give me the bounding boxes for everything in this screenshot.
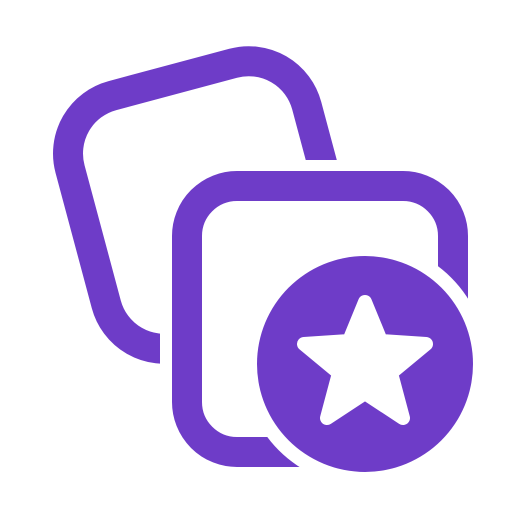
favorite-collection-icon — [53, 46, 473, 472]
icon-canvas — [0, 0, 512, 512]
star-badge — [257, 256, 473, 472]
